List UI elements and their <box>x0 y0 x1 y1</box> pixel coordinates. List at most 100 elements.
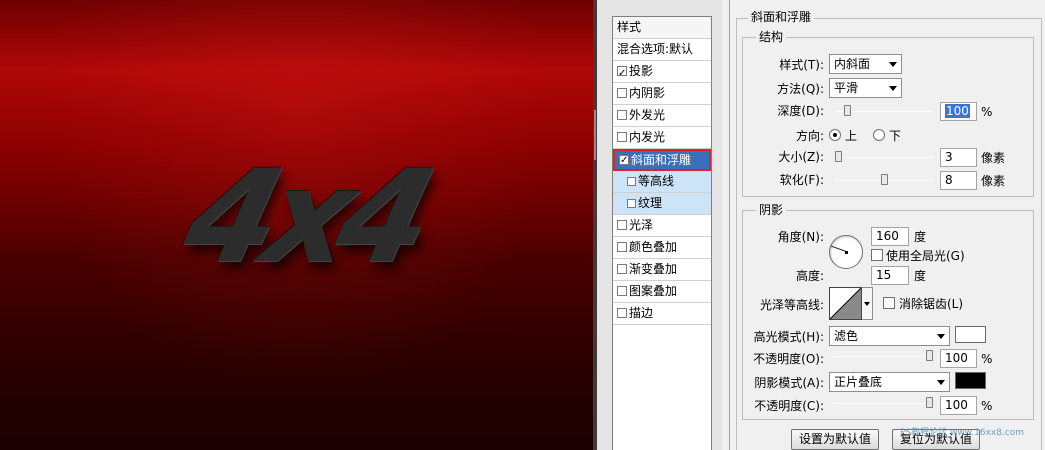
direction-label: 方向: <box>795 129 824 143</box>
shadow-opacity-unit: % <box>981 399 993 413</box>
style-item-texture[interactable]: 纹理 <box>613 193 711 215</box>
depth-input-value: 100 <box>945 104 970 118</box>
highlight-mode-value: 滤色 <box>834 329 859 343</box>
style-item-drop-shadow[interactable]: 投影 <box>613 61 711 84</box>
contour-curve-icon <box>830 288 861 319</box>
angle-input-value: 160 <box>876 229 899 243</box>
gloss-contour-dropdown[interactable] <box>862 287 873 320</box>
global-light-label: 使用全局光(G) <box>886 249 965 263</box>
style-item-label: 内发光 <box>629 130 666 144</box>
highlight-opacity-slider[interactable] <box>833 350 933 361</box>
depth-slider[interactable] <box>835 105 933 116</box>
global-light-checkbox[interactable] <box>871 249 883 261</box>
soften-input[interactable]: 8 <box>940 171 977 190</box>
depth-label: 深度(D): <box>777 104 824 118</box>
style-item-color-overlay[interactable]: 颜色叠加 <box>613 237 711 259</box>
size-input-value: 3 <box>945 150 953 164</box>
style-item-label: 颜色叠加 <box>629 240 678 254</box>
direction-up-label: 上 <box>845 129 858 143</box>
depth-slider-thumb[interactable] <box>844 105 851 116</box>
style-item-gradient-overlay[interactable]: 渐变叠加 <box>613 259 711 281</box>
styles-list: 样式 混合选项:默认 投影 内阴影 外发光 内发光 斜面和浮雕 等高线 纹理 光… <box>612 16 712 450</box>
checkbox-icon[interactable] <box>617 220 627 230</box>
style-label: 样式(T): <box>779 58 824 72</box>
altitude-input[interactable]: 15 <box>871 266 909 285</box>
shadow-mode-value: 正片叠底 <box>834 375 883 389</box>
shadow-opacity-slider[interactable] <box>833 397 933 408</box>
anti-alias-label: 消除锯齿(L) <box>899 297 964 311</box>
checkbox-icon[interactable] <box>617 88 627 98</box>
style-item-label: 图案叠加 <box>629 284 678 298</box>
checkbox-icon[interactable] <box>617 132 627 142</box>
soften-slider[interactable] <box>835 174 933 185</box>
size-slider[interactable] <box>835 151 933 162</box>
checkbox-icon[interactable] <box>619 152 629 170</box>
checkbox-icon[interactable] <box>627 199 636 208</box>
soften-input-value: 8 <box>945 173 953 187</box>
style-item-bevel-emboss[interactable]: 斜面和浮雕 <box>613 149 711 171</box>
style-dropdown-value: 内斜面 <box>834 57 871 71</box>
angle-input[interactable]: 160 <box>871 227 909 246</box>
gloss-contour-preview[interactable] <box>829 287 862 320</box>
style-item-label: 纹理 <box>638 196 663 210</box>
highlight-mode-dropdown[interactable]: 滤色 <box>829 326 950 346</box>
depth-unit: % <box>981 105 993 119</box>
anti-alias-checkbox[interactable] <box>883 297 895 309</box>
shadow-opacity-slider-thumb[interactable] <box>926 397 933 408</box>
style-item-pattern-overlay[interactable]: 图案叠加 <box>613 281 711 303</box>
size-input[interactable]: 3 <box>940 148 977 167</box>
style-item-label: 等高线 <box>638 174 675 188</box>
checkbox-icon[interactable] <box>617 286 627 296</box>
style-item-contour[interactable]: 等高线 <box>613 171 711 193</box>
highlight-color-swatch[interactable] <box>955 326 986 343</box>
canvas-scrollbar-thumb[interactable] <box>594 110 596 160</box>
depth-input[interactable]: 100 <box>940 102 977 121</box>
soften-slider-thumb[interactable] <box>881 174 888 185</box>
style-item-label: 描边 <box>629 306 654 320</box>
direction-down-radio[interactable] <box>873 129 885 141</box>
style-item-satin[interactable]: 光泽 <box>613 215 711 237</box>
highlight-opacity-slider-thumb[interactable] <box>926 350 933 361</box>
technique-dropdown-value: 平滑 <box>834 81 859 95</box>
checkbox-icon[interactable] <box>617 110 627 120</box>
highlight-opacity-value: 100 <box>945 351 968 365</box>
highlight-opacity-input[interactable]: 100 <box>940 349 977 368</box>
technique-label: 方法(Q): <box>777 82 824 96</box>
shadow-mode-label: 阴影模式(A): <box>754 376 824 390</box>
shadow-opacity-label: 不透明度(C): <box>754 399 824 413</box>
soften-label: 软化(F): <box>779 173 824 187</box>
style-item-label: 光泽 <box>629 218 654 232</box>
angle-dial[interactable] <box>829 235 863 269</box>
checkbox-icon[interactable] <box>617 63 627 84</box>
direction-up-radio[interactable] <box>829 129 841 141</box>
checkbox-icon[interactable] <box>617 264 627 274</box>
style-dropdown[interactable]: 内斜面 <box>829 54 902 74</box>
size-slider-thumb[interactable] <box>835 151 842 162</box>
style-item-outer-glow[interactable]: 外发光 <box>613 105 711 127</box>
highlight-opacity-unit: % <box>981 352 993 366</box>
styles-panel: 样式 混合选项:默认 投影 内阴影 外发光 内发光 斜面和浮雕 等高线 纹理 光… <box>597 0 722 450</box>
shadow-opacity-input[interactable]: 100 <box>940 396 977 415</box>
style-item-label: 斜面和浮雕 <box>631 153 692 167</box>
style-item-stroke[interactable]: 描边 <box>613 303 711 325</box>
checkbox-icon[interactable] <box>627 177 636 186</box>
canvas-preview[interactable]: 4x4 <box>0 0 597 450</box>
style-item-inner-glow[interactable]: 内发光 <box>613 127 711 149</box>
style-item-label: 渐变叠加 <box>629 262 678 276</box>
checkbox-icon[interactable] <box>617 308 627 318</box>
blend-options-item[interactable]: 混合选项:默认 <box>613 39 711 61</box>
size-label: 大小(Z): <box>778 150 824 164</box>
styles-header: 样式 <box>613 17 711 39</box>
chevron-down-icon <box>864 302 870 306</box>
shadow-color-swatch[interactable] <box>955 372 986 389</box>
shadow-mode-dropdown[interactable]: 正片叠底 <box>829 372 950 392</box>
highlight-mode-label: 高光模式(H): <box>753 330 824 344</box>
style-item-inner-shadow[interactable]: 内阴影 <box>613 83 711 105</box>
style-item-label: 外发光 <box>629 108 666 122</box>
style-item-label: 内阴影 <box>629 86 666 100</box>
checkbox-icon[interactable] <box>617 242 627 252</box>
altitude-unit: 度 <box>914 269 927 283</box>
site-watermark: PS教程论坛 www.16xx8.com <box>900 428 1025 438</box>
make-default-button[interactable]: 设置为默认值 <box>791 429 879 450</box>
technique-dropdown[interactable]: 平滑 <box>829 78 902 98</box>
